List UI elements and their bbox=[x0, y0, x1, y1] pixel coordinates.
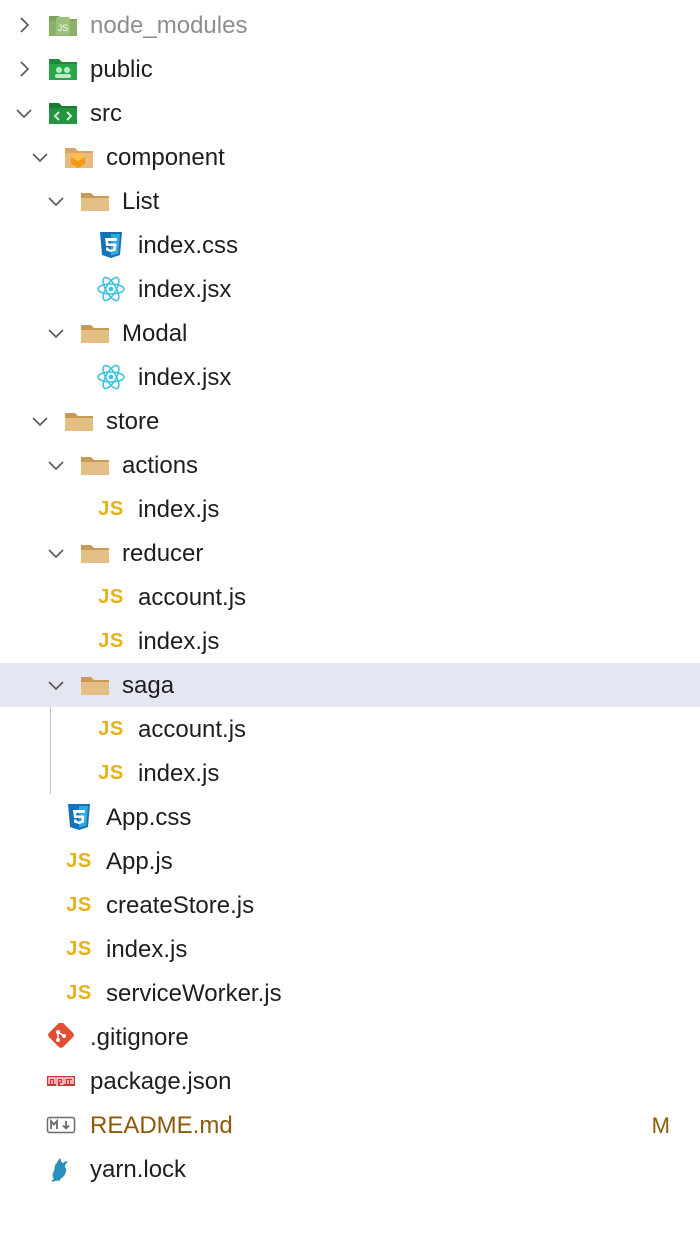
tree-item-index-jsx[interactable]: index.jsx bbox=[0, 355, 700, 399]
folder-icon bbox=[80, 451, 110, 479]
tree-item-label: component bbox=[106, 144, 225, 171]
tree-item-label: public bbox=[90, 56, 153, 83]
tree-item-gitignore[interactable]: .gitignore bbox=[0, 1015, 700, 1059]
folder-icon bbox=[80, 671, 110, 699]
js-icon: JS bbox=[98, 717, 124, 740]
tree-item-label: saga bbox=[122, 672, 175, 699]
tree-item-index-js[interactable]: JS index.js bbox=[0, 619, 700, 663]
chevron-down-icon[interactable] bbox=[12, 101, 36, 125]
tree-item-label: serviceWorker.js bbox=[106, 980, 282, 1007]
tree-item-src[interactable]: src bbox=[0, 91, 700, 135]
svg-text:JS: JS bbox=[58, 23, 69, 33]
tree-item-app-css[interactable]: App.css bbox=[0, 795, 700, 839]
js-icon: JS bbox=[66, 937, 92, 960]
tree-item-label: actions bbox=[122, 452, 199, 479]
tree-item-yarn-lock[interactable]: yarn.lock bbox=[0, 1147, 700, 1191]
yarn-icon bbox=[46, 1155, 76, 1183]
chevron-down-icon[interactable] bbox=[28, 145, 52, 169]
tree-item-store[interactable]: store bbox=[0, 399, 700, 443]
tree-item-public[interactable]: public bbox=[0, 47, 700, 91]
tree-item-label: App.js bbox=[106, 848, 173, 875]
tree-item-label: yarn.lock bbox=[90, 1156, 187, 1183]
tree-item-node-modules[interactable]: JS node_modules bbox=[0, 3, 700, 47]
file-explorer-tree: JS node_modules public src component Lis… bbox=[0, 0, 700, 1238]
tree-item-label: index.js bbox=[138, 760, 220, 787]
react-icon bbox=[96, 275, 126, 303]
chevron-down-icon[interactable] bbox=[44, 321, 68, 345]
chevron-right-icon[interactable] bbox=[12, 57, 36, 81]
git-modified-badge: M bbox=[651, 1113, 670, 1138]
js-icon: JS bbox=[98, 585, 124, 608]
component-folder-icon bbox=[64, 143, 94, 171]
tree-item-label: README.md bbox=[90, 1112, 233, 1139]
js-icon: JS bbox=[66, 893, 92, 916]
tree-item-label: List bbox=[122, 188, 160, 215]
js-icon: JS bbox=[98, 629, 124, 652]
tree-item-actions[interactable]: actions bbox=[0, 443, 700, 487]
tree-item-label: index.jsx bbox=[138, 364, 232, 391]
tree-item-label: account.js bbox=[138, 716, 247, 743]
chevron-down-icon[interactable] bbox=[44, 541, 68, 565]
tree-item-package-json[interactable]: package.json bbox=[0, 1059, 700, 1103]
js-icon: JS bbox=[98, 497, 124, 520]
tree-item-index-js[interactable]: JS index.js bbox=[0, 487, 700, 531]
js-icon: JS bbox=[66, 981, 92, 1004]
tree-item-label: index.js bbox=[106, 936, 188, 963]
node-folder-icon: JS bbox=[48, 11, 78, 39]
tree-item-index-js[interactable]: JS index.js bbox=[0, 927, 700, 971]
tree-item-list[interactable]: List bbox=[0, 179, 700, 223]
tree-item-account-js[interactable]: JS account.js bbox=[0, 707, 700, 751]
tree-item-label: account.js bbox=[138, 584, 247, 611]
src-folder-icon bbox=[48, 99, 78, 127]
git-icon bbox=[46, 1023, 76, 1051]
npm-icon bbox=[46, 1067, 76, 1095]
folder-icon bbox=[80, 187, 110, 215]
tree-item-label: index.js bbox=[138, 496, 220, 523]
js-icon: JS bbox=[98, 761, 124, 784]
css-icon bbox=[96, 231, 126, 259]
tree-item-account-js[interactable]: JS account.js bbox=[0, 575, 700, 619]
tree-item-label: src bbox=[90, 100, 122, 127]
chevron-down-icon[interactable] bbox=[44, 453, 68, 477]
tree-item-label: index.css bbox=[138, 232, 239, 259]
chevron-down-icon[interactable] bbox=[28, 409, 52, 433]
tree-item-modal[interactable]: Modal bbox=[0, 311, 700, 355]
tree-item-label: index.js bbox=[138, 628, 220, 655]
public-folder-icon bbox=[48, 55, 78, 83]
tree-item-index-js[interactable]: JS index.js bbox=[0, 751, 700, 795]
tree-item-saga[interactable]: saga bbox=[0, 663, 700, 707]
tree-item-label: index.jsx bbox=[138, 276, 232, 303]
tree-item-label: createStore.js bbox=[106, 892, 255, 919]
tree-item-readme-md[interactable]: README.md M bbox=[0, 1103, 700, 1147]
tree-item-label: package.json bbox=[90, 1068, 232, 1095]
tree-item-label: App.css bbox=[106, 804, 192, 831]
folder-icon bbox=[80, 539, 110, 567]
tree-item-label: .gitignore bbox=[90, 1024, 189, 1051]
tree-item-label: reducer bbox=[122, 540, 204, 567]
chevron-down-icon[interactable] bbox=[44, 673, 68, 697]
css-icon bbox=[64, 803, 94, 831]
markdown-icon bbox=[46, 1111, 76, 1139]
tree-item-label: node_modules bbox=[90, 12, 248, 39]
tree-item-label: store bbox=[106, 408, 160, 435]
tree-item-app-js[interactable]: JS App.js bbox=[0, 839, 700, 883]
chevron-right-icon[interactable] bbox=[12, 13, 36, 37]
tree-item-index-jsx[interactable]: index.jsx bbox=[0, 267, 700, 311]
tree-item-createstore-js[interactable]: JS createStore.js bbox=[0, 883, 700, 927]
js-icon: JS bbox=[66, 849, 92, 872]
folder-icon bbox=[80, 319, 110, 347]
folder-icon bbox=[64, 407, 94, 435]
tree-item-index-css[interactable]: index.css bbox=[0, 223, 700, 267]
tree-item-serviceworker-js[interactable]: JS serviceWorker.js bbox=[0, 971, 700, 1015]
tree-item-component[interactable]: component bbox=[0, 135, 700, 179]
chevron-down-icon[interactable] bbox=[44, 189, 68, 213]
tree-item-label: Modal bbox=[122, 320, 188, 347]
react-icon bbox=[96, 363, 126, 391]
tree-item-reducer[interactable]: reducer bbox=[0, 531, 700, 575]
